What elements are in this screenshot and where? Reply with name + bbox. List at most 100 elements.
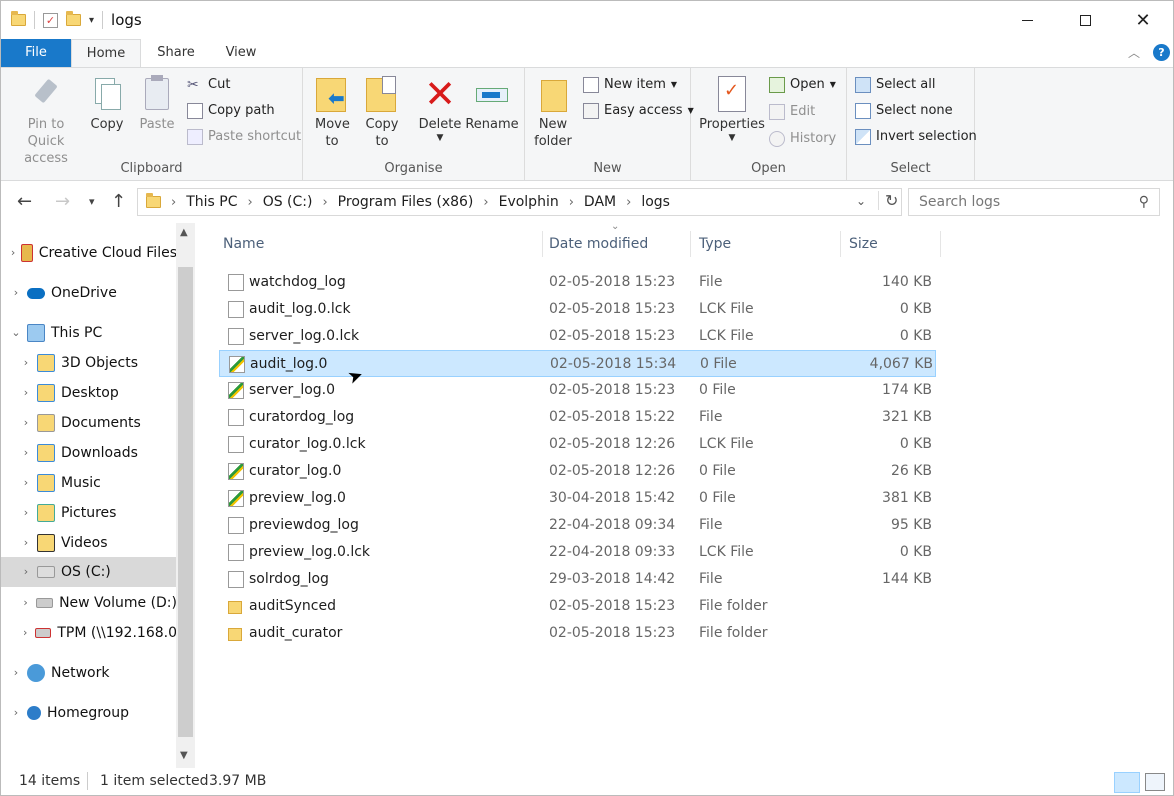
close-button[interactable]: ✕ <box>1114 1 1172 39</box>
column-header-name[interactable]: Name <box>215 231 543 257</box>
scroll-down-icon[interactable]: ▼ <box>180 750 188 761</box>
column-header-date[interactable]: Date modified <box>541 231 691 257</box>
minimize-ribbon-icon[interactable]: ︿ <box>1128 44 1140 61</box>
chevron-right-icon[interactable]: › <box>247 195 252 210</box>
tab-view[interactable]: View <box>206 39 276 67</box>
properties-check-icon[interactable]: ✓ <box>43 12 58 28</box>
nav-item-3d-objects[interactable]: › 3D Objects <box>19 349 177 377</box>
chevron-right-icon[interactable]: › <box>19 529 33 557</box>
address-path[interactable]: › This PC › OS (C:) › Program Files (x86… <box>137 188 902 216</box>
chevron-right-icon[interactable]: › <box>322 195 327 210</box>
nav-item-creative-cloud[interactable]: › Creative Cloud Files <box>9 239 177 267</box>
breadcrumb-this-pc[interactable]: This PC <box>186 194 237 210</box>
new-item-button[interactable]: New item ▼ <box>583 74 677 96</box>
tab-file[interactable]: File <box>1 39 71 67</box>
file-row[interactable]: preview_log.0 30-04-2018 15:42 0 File 381 K… <box>219 485 936 512</box>
paste-button[interactable]: Paste <box>135 74 179 133</box>
breadcrumb-os-c[interactable]: OS (C:) <box>263 194 313 210</box>
select-all-button[interactable]: Select all <box>855 74 935 96</box>
nav-item-homegroup[interactable]: › Homegroup <box>9 699 177 727</box>
breadcrumb-dam[interactable]: DAM <box>584 194 616 210</box>
nav-item-desktop[interactable]: › Desktop <box>19 379 177 407</box>
chevron-right-icon[interactable]: › <box>9 239 17 267</box>
nav-item-documents[interactable]: › Documents <box>19 409 177 437</box>
recent-locations-icon[interactable]: ▾ <box>89 195 95 208</box>
breadcrumb-evolphin[interactable]: Evolphin <box>499 194 559 210</box>
nav-item-downloads[interactable]: › Downloads <box>19 439 177 467</box>
large-icons-view-icon[interactable] <box>1145 773 1165 791</box>
forward-arrow-icon[interactable]: → <box>55 191 70 212</box>
copy-button[interactable]: Copy <box>85 74 129 133</box>
nav-item-onedrive[interactable]: › OneDrive <box>9 279 177 307</box>
open-button[interactable]: Open ▼ <box>769 74 836 96</box>
edit-button[interactable]: Edit <box>769 101 815 123</box>
chevron-right-icon[interactable]: › <box>9 699 23 727</box>
nav-item-this-pc[interactable]: ⌄ This PC <box>9 319 177 347</box>
new-folder-button[interactable]: New folder <box>529 74 577 150</box>
nav-scrollbar[interactable]: ▲ ▼ <box>176 223 195 768</box>
file-row[interactable]: server_log.0.lck 02-05-2018 15:23 LCK File… <box>219 323 936 350</box>
copy-path-button[interactable]: Copy path <box>187 100 275 122</box>
file-row[interactable]: audit_log.0.lck 02-05-2018 15:23 LCK File 0… <box>219 296 936 323</box>
scroll-up-icon[interactable]: ▲ <box>180 227 188 238</box>
chevron-right-icon[interactable]: › <box>19 439 33 467</box>
back-arrow-icon[interactable]: ← <box>17 191 32 212</box>
minimize-button[interactable] <box>998 1 1056 39</box>
chevron-right-icon[interactable]: › <box>19 469 33 497</box>
cut-button[interactable]: ✂ Cut <box>187 74 230 96</box>
new-folder-icon[interactable] <box>66 11 81 26</box>
chevron-right-icon[interactable]: › <box>626 195 631 210</box>
up-arrow-icon[interactable]: ↑ <box>111 191 126 212</box>
column-header-size[interactable]: Size <box>841 231 941 257</box>
chevron-right-icon[interactable]: › <box>9 279 23 307</box>
move-to-button[interactable]: ⬅ Move to <box>307 74 357 150</box>
customize-qat-icon[interactable]: ▾ <box>89 15 94 26</box>
nav-item-os-c[interactable]: › OS (C:) <box>1 557 177 587</box>
search-input[interactable]: Search logs ⚲ <box>908 188 1160 216</box>
breadcrumb-program-files[interactable]: Program Files (x86) <box>338 194 474 210</box>
chevron-right-icon[interactable]: › <box>19 558 33 586</box>
file-row[interactable]: preview_log.0.lck 22-04-2018 09:33 LCK Fil… <box>219 539 936 566</box>
details-view-icon[interactable] <box>1114 772 1140 793</box>
tab-home[interactable]: Home <box>71 39 141 67</box>
paste-shortcut-button[interactable]: Paste shortcut <box>187 126 301 148</box>
invert-selection-button[interactable]: Invert selection <box>855 126 977 148</box>
scrollbar-thumb[interactable] <box>178 267 193 737</box>
file-row[interactable]: curator_log.0.lck 02-05-2018 12:26 LCK Fil… <box>219 431 936 458</box>
nav-item-network[interactable]: › Network <box>9 659 177 687</box>
chevron-right-icon[interactable]: › <box>483 195 488 210</box>
file-row[interactable]: previewdog_log 22-04-2018 09:34 File 95 KB <box>219 512 936 539</box>
history-button[interactable]: History <box>769 128 836 150</box>
file-row[interactable]: server_log.0 02-05-2018 15:23 0 File 174 KB <box>219 377 936 404</box>
search-icon[interactable]: ⚲ <box>1139 189 1149 215</box>
nav-item-videos[interactable]: › Videos <box>19 529 177 557</box>
help-icon[interactable]: ? <box>1153 44 1170 61</box>
file-row[interactable]: auditSynced 02-05-2018 15:23 File folder <box>219 593 936 620</box>
file-row[interactable]: curator_log.0 02-05-2018 12:26 0 File 26 KB <box>219 458 936 485</box>
file-row[interactable]: watchdog_log 02-05-2018 15:23 File 140 KB <box>219 269 936 296</box>
nav-item-new-volume-d[interactable]: › New Volume (D:) <box>19 589 177 617</box>
chevron-right-icon[interactable]: › <box>171 195 176 210</box>
chevron-right-icon[interactable]: › <box>19 619 31 647</box>
tab-share[interactable]: Share <box>141 39 211 67</box>
chevron-down-icon[interactable]: ⌄ <box>9 319 23 347</box>
breadcrumb-logs[interactable]: logs <box>641 194 670 210</box>
select-none-button[interactable]: Select none <box>855 100 953 122</box>
column-header-type[interactable]: Type <box>691 231 841 257</box>
refresh-icon[interactable]: ↻ <box>878 191 898 210</box>
file-row[interactable]: audit_log.0 02-05-2018 15:34 0 File 4,067 K… <box>219 350 936 377</box>
maximize-button[interactable] <box>1056 1 1114 39</box>
chevron-right-icon[interactable]: › <box>19 349 33 377</box>
file-row[interactable]: audit_curator 02-05-2018 15:23 File folder <box>219 620 936 647</box>
copy-to-button[interactable]: Copy to <box>357 74 407 150</box>
file-row[interactable]: solrdog_log 29-03-2018 14:42 File 144 KB <box>219 566 936 593</box>
properties-button[interactable]: ✓ Properties ▼ <box>697 74 767 143</box>
chevron-right-icon[interactable]: › <box>9 659 23 687</box>
address-dropdown-icon[interactable]: ⌄ <box>856 194 866 208</box>
chevron-right-icon[interactable]: › <box>19 499 33 527</box>
delete-button[interactable]: ✕ Delete ▼ <box>415 74 465 143</box>
chevron-right-icon[interactable]: › <box>19 409 33 437</box>
chevron-right-icon[interactable]: › <box>19 589 32 617</box>
pin-to-quick-access-button[interactable]: Pin to Quick access <box>7 74 85 167</box>
nav-item-pictures[interactable]: › Pictures <box>19 499 177 527</box>
